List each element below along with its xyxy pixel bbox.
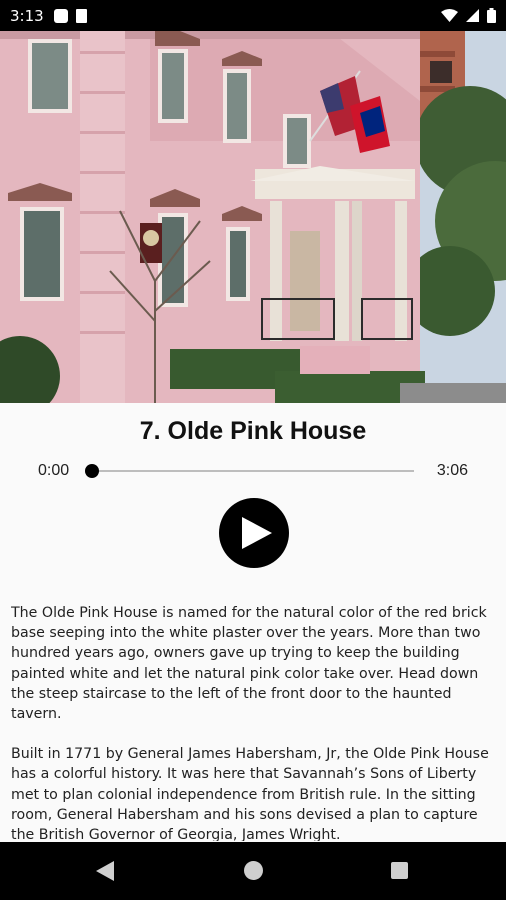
seek-bar[interactable]	[85, 464, 414, 478]
back-icon[interactable]	[96, 861, 114, 881]
status-time: 3:13	[10, 6, 44, 25]
recents-icon[interactable]	[391, 862, 408, 879]
home-icon[interactable]	[244, 861, 263, 880]
play-button[interactable]	[219, 498, 289, 568]
battery-icon	[487, 8, 496, 23]
elapsed-time: 0:00	[38, 462, 70, 479]
pink-house-photo	[0, 31, 506, 403]
sd-card-icon	[75, 8, 87, 23]
status-left-icons	[53, 8, 87, 23]
status-bar: 3:13	[0, 0, 506, 31]
status-right-icons	[441, 8, 496, 23]
signal-icon	[466, 9, 479, 22]
hero-image	[0, 31, 506, 403]
wifi-icon	[441, 9, 458, 22]
play-icon	[242, 517, 272, 549]
stop-title: 7. Olde Pink House	[139, 417, 367, 445]
system-nav-bar	[0, 842, 506, 900]
description-paragraph: Built in 1771 by General James Habersham…	[11, 746, 489, 841]
seek-thumb[interactable]	[85, 464, 99, 478]
duration-time: 3:06	[436, 462, 468, 479]
audio-player: 0:00 3:06	[0, 456, 506, 486]
app-notification-icon	[53, 8, 68, 23]
stop-description: The Olde Pink House is named for the nat…	[11, 603, 497, 841]
description-paragraph: The Olde Pink House is named for the nat…	[11, 605, 487, 723]
